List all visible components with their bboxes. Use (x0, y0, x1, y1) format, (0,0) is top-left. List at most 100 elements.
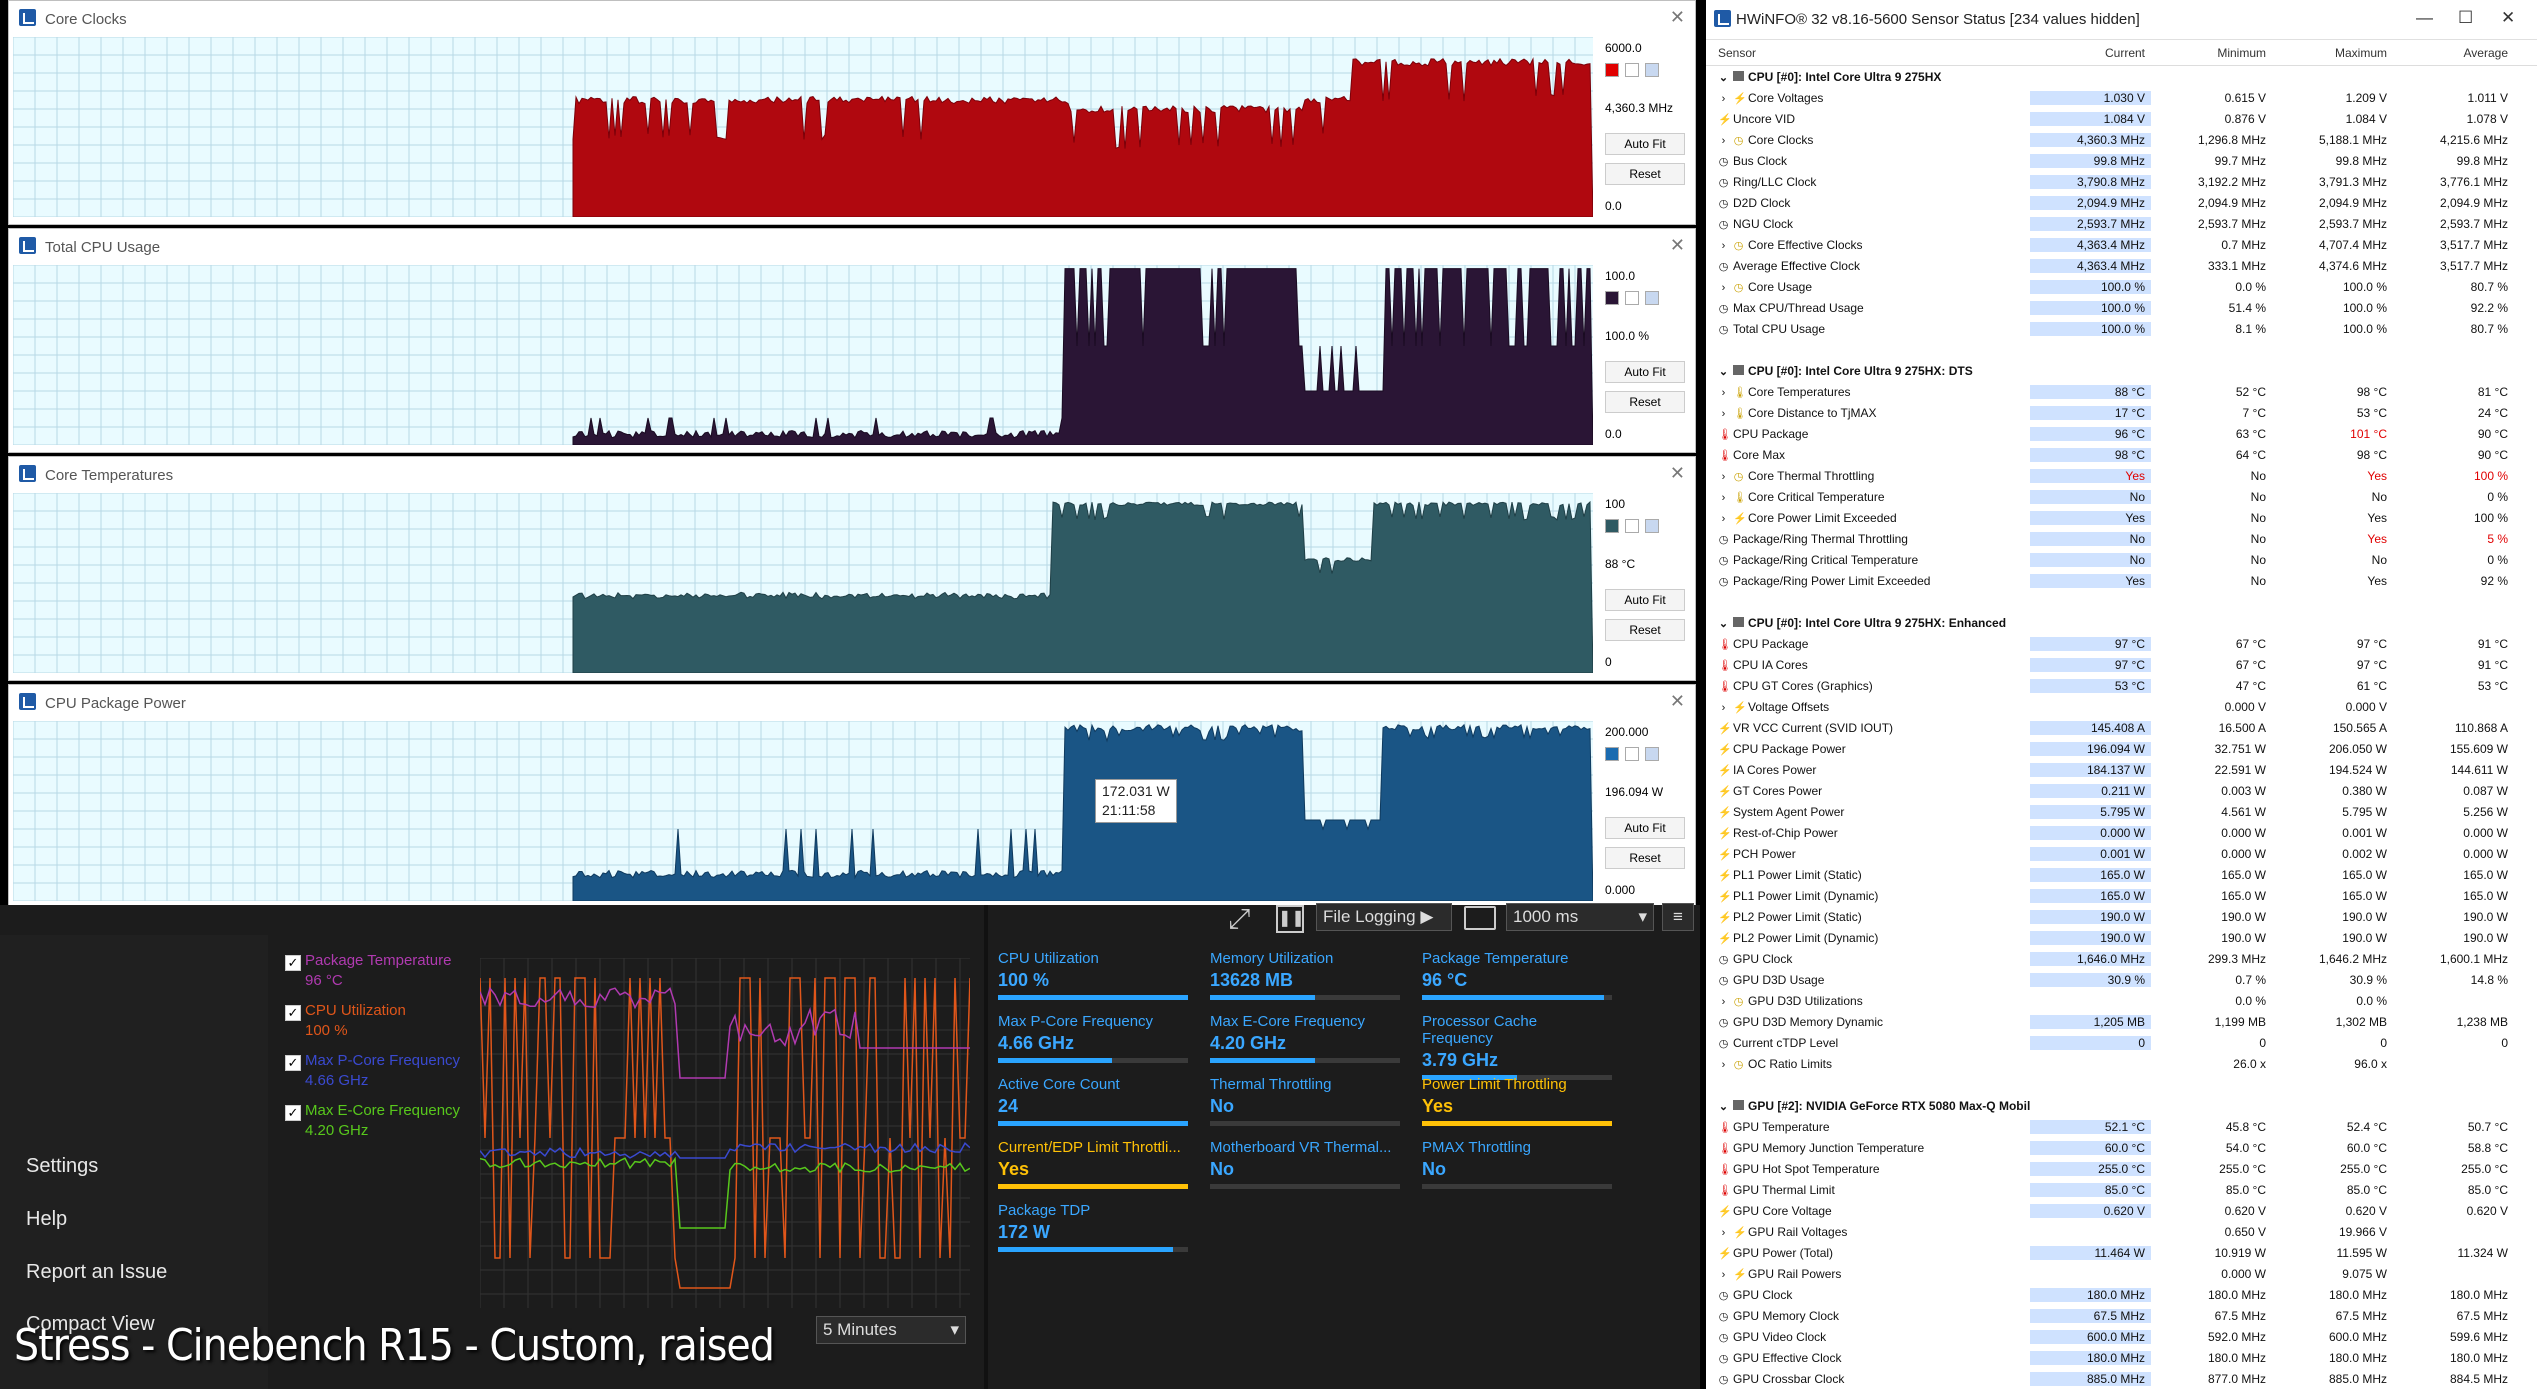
sensor-row[interactable]: ◷ GPU Video Clock 600.0 MHz 592.0 MHz 600.0 … (1706, 1326, 2537, 1347)
close-icon[interactable]: ✕ (1670, 7, 1685, 28)
sensor-row[interactable]: ◷ Average Effective Clock 4,363.4 MHz 333.1… (1706, 255, 2537, 276)
series-swatch[interactable] (1645, 519, 1659, 533)
sensor-row[interactable]: › 🌡Core Distance to TjMAX 17 °C 7 °C 53 °C 24… (1706, 402, 2537, 423)
sensor-group-header[interactable]: ⌄ CPU [#0]: Intel Core Ultra 9 275HX: Enh… (1706, 612, 2537, 633)
series-color-swatch[interactable] (1605, 519, 1619, 533)
expand-chevron-icon[interactable]: › (1718, 1227, 1729, 1239)
sensor-row[interactable]: 🌡GPU Temperature 52.1 °C 45.8 °C 52.4 °C 50.… (1706, 1116, 2537, 1137)
sensor-row[interactable]: ◷ Ring/LLC Clock 3,790.8 MHz 3,192.2 MHz 3,7… (1706, 171, 2537, 192)
column-header[interactable]: Sensor (1706, 46, 2030, 65)
series-swatch[interactable] (1625, 519, 1639, 533)
sensor-row[interactable]: ⚡CPU Package Power 196.094 W 32.751 W 206.0… (1706, 738, 2537, 759)
auto-fit-button[interactable]: Auto Fit (1605, 589, 1685, 611)
sensor-row[interactable]: 🌡CPU GT Cores (Graphics) 53 °C 47 °C 61 °C 5… (1706, 675, 2537, 696)
maximize-icon[interactable]: ☐ (2458, 8, 2473, 28)
folder-icon[interactable] (1464, 906, 1496, 930)
sensor-row[interactable]: 🌡GPU Memory Junction Temperature 60.0 °C 5… (1706, 1137, 2537, 1158)
sensor-row[interactable]: 🌡GPU Thermal Limit 85.0 °C 85.0 °C 85.0 °C 8… (1706, 1179, 2537, 1200)
nav-help[interactable]: Help (26, 1208, 67, 1231)
sensor-row[interactable]: › ◷ Core Clocks 4,360.3 MHz 1,296.8 MHz 5,188… (1706, 129, 2537, 150)
series-swatch[interactable] (1625, 291, 1639, 305)
column-header[interactable]: Current (2030, 46, 2151, 65)
auto-fit-button[interactable]: Auto Fit (1605, 133, 1685, 155)
sensor-row[interactable]: › ⚡GPU Rail Powers 0.000 W 9.075 W (1706, 1263, 2537, 1284)
sensor-row[interactable]: 🌡CPU Package 97 °C 67 °C 97 °C 91 °C (1706, 633, 2537, 654)
series-swatch[interactable] (1645, 63, 1659, 77)
expand-chevron-icon[interactable]: › (1718, 1059, 1729, 1071)
sensor-row[interactable]: ◷ Package/Ring Thermal Throttling No No Yes 5… (1706, 528, 2537, 549)
sensor-row[interactable]: ⚡PCH Power 0.001 W 0.000 W 0.002 W 0.000 W (1706, 843, 2537, 864)
expand-chevron-icon[interactable]: › (1718, 408, 1729, 420)
expand-chevron-icon[interactable]: › (1718, 1269, 1729, 1281)
expand-chevron-icon[interactable]: › (1718, 471, 1729, 483)
sensor-row[interactable]: ◷ GPU Clock 1,646.0 MHz 299.3 MHz 1,646.2 MH… (1706, 948, 2537, 969)
interval-select[interactable]: 1000 ms ▾ (1506, 903, 1654, 931)
close-icon[interactable]: ✕ (2501, 8, 2515, 28)
sensor-row[interactable]: ◷ Max CPU/Thread Usage 100.0 % 51.4 % 100.0 … (1706, 297, 2537, 318)
sensor-row[interactable]: › ◷ Core Thermal Throttling Yes No Yes 100 % (1706, 465, 2537, 486)
file-logging-button[interactable]: File Logging ▶ (1316, 903, 1452, 931)
sensor-row[interactable]: ◷ GPU Effective Clock 180.0 MHz 180.0 MHz 18… (1706, 1347, 2537, 1368)
sensor-row[interactable]: ⚡Uncore VID 1.084 V 0.876 V 1.084 V 1.078 V (1706, 108, 2537, 129)
expand-chevron-icon[interactable]: › (1718, 282, 1729, 294)
series-color-swatch[interactable] (1605, 747, 1619, 761)
series-swatch[interactable] (1645, 291, 1659, 305)
reset-button[interactable]: Reset (1605, 391, 1685, 413)
sensor-row[interactable]: › ⚡Core Voltages 1.030 V 0.615 V 1.209 V 1.01… (1706, 87, 2537, 108)
sensor-row[interactable]: ◷ GPU Clock 180.0 MHz 180.0 MHz 180.0 MHz 180… (1706, 1284, 2537, 1305)
sensor-row[interactable]: › ⚡GPU Rail Voltages 0.650 V 19.966 V (1706, 1221, 2537, 1242)
legend-checkbox[interactable]: ✓ (285, 955, 301, 971)
sensor-row[interactable]: ◷ GPU D3D Memory Dynamic 1,205 MB 1,199 MB 1… (1706, 1011, 2537, 1032)
nav-report-issue[interactable]: Report an Issue (26, 1261, 167, 1284)
sensor-row[interactable]: ◷ Bus Clock 99.8 MHz 99.7 MHz 99.8 MHz 99.8 M… (1706, 150, 2537, 171)
nav-settings[interactable]: Settings (26, 1155, 98, 1178)
time-range-select[interactable]: 5 Minutes ▾ (816, 1316, 966, 1344)
sensor-row[interactable]: ◷ GPU Memory Clock 67.5 MHz 67.5 MHz 67.5 MH… (1706, 1305, 2537, 1326)
sensor-group-header[interactable]: ⌄ GPU [#2]: NVIDIA GeForce RTX 5080 Max-Q… (1706, 1095, 2537, 1116)
expand-chevron-icon[interactable]: › (1718, 492, 1729, 504)
collapse-chevron-icon[interactable]: ⌄ (1718, 1100, 1729, 1113)
column-header[interactable]: Minimum (2151, 46, 2272, 65)
column-header[interactable]: Average (2393, 46, 2514, 65)
sensor-row[interactable]: ⚡PL1 Power Limit (Dynamic) 165.0 W 165.0 W… (1706, 885, 2537, 906)
sensor-row[interactable]: ◷ GPU D3D Usage 30.9 % 0.7 % 30.9 % 14.8 % (1706, 969, 2537, 990)
sensor-row[interactable]: ⚡GPU Power (Total) 11.464 W 10.919 W 11.595… (1706, 1242, 2537, 1263)
sensor-row[interactable]: › ◷ OC Ratio Limits 26.0 x 96.0 x (1706, 1053, 2537, 1074)
sensor-row[interactable]: ◷ D2D Clock 2,094.9 MHz 2,094.9 MHz 2,094.9 … (1706, 192, 2537, 213)
sensor-row[interactable]: 🌡CPU IA Cores 97 °C 67 °C 97 °C 91 °C (1706, 654, 2537, 675)
sensor-group-header[interactable]: ⌄ CPU [#0]: Intel Core Ultra 9 275HX: DTS (1706, 360, 2537, 381)
sensor-row[interactable]: ◷ NGU Clock 2,593.7 MHz 2,593.7 MHz 2,593.7 … (1706, 213, 2537, 234)
sensor-row[interactable]: ◷ Package/Ring Critical Temperature No No No… (1706, 549, 2537, 570)
sensor-row[interactable]: ⚡PL2 Power Limit (Static) 190.0 W 190.0 W1… (1706, 906, 2537, 927)
sensor-row[interactable]: ◷ GPU Crossbar Clock 885.0 MHz 877.0 MHz 885… (1706, 1368, 2537, 1389)
expand-chevron-icon[interactable]: › (1718, 135, 1729, 147)
sensor-row[interactable]: ⚡Rest-of-Chip Power 0.000 W 0.000 W 0.001 W… (1706, 822, 2537, 843)
sensor-row[interactable]: ◷ Total CPU Usage 100.0 % 8.1 % 100.0 % 80.7 … (1706, 318, 2537, 339)
sensor-group-header[interactable]: ⌄ CPU [#0]: Intel Core Ultra 9 275HX (1706, 66, 2537, 87)
minimize-icon[interactable]: — (2416, 8, 2433, 28)
sensor-row[interactable]: ◷ Package/Ring Power Limit Exceeded Yes No Y… (1706, 570, 2537, 591)
legend-checkbox[interactable]: ✓ (285, 1055, 301, 1071)
sensor-row[interactable]: › ◷ Core Usage 100.0 % 0.0 % 100.0 % 80.7 % (1706, 276, 2537, 297)
close-icon[interactable]: ✕ (1670, 463, 1685, 484)
close-icon[interactable]: ✕ (1670, 235, 1685, 256)
sensor-row[interactable]: 🌡CPU Package 96 °C 63 °C 101 °C 90 °C (1706, 423, 2537, 444)
reset-button[interactable]: Reset (1605, 619, 1685, 641)
sensor-row[interactable]: ⚡GPU Core Voltage 0.620 V 0.620 V 0.620 V 0.… (1706, 1200, 2537, 1221)
collapse-chevron-icon[interactable]: ⌄ (1718, 71, 1729, 84)
sensor-row[interactable]: › 🌡Core Temperatures 88 °C 52 °C 98 °C 81 °C (1706, 381, 2537, 402)
sensor-row[interactable]: › ⚡Voltage Offsets 0.000 V 0.000 V (1706, 696, 2537, 717)
expand-chevron-icon[interactable]: › (1718, 702, 1729, 714)
sensor-row[interactable]: ⚡VR VCC Current (SVID IOUT) 145.408 A 16.5… (1706, 717, 2537, 738)
sensor-row[interactable]: › 🌡Core Critical Temperature No No No 0 % (1706, 486, 2537, 507)
expand-chevron-icon[interactable]: › (1718, 513, 1729, 525)
sensor-row[interactable]: › ◷ GPU D3D Utilizations 0.0 % 0.0 % (1706, 990, 2537, 1011)
auto-fit-button[interactable]: Auto Fit (1605, 361, 1685, 383)
legend-checkbox[interactable]: ✓ (285, 1005, 301, 1021)
expand-icon[interactable]: ⤢ (1228, 903, 1250, 936)
menu-icon[interactable]: ≡ (1662, 903, 1694, 931)
close-icon[interactable]: ✕ (1670, 691, 1685, 712)
sensor-row[interactable]: 🌡Core Max 98 °C 64 °C 98 °C 90 °C (1706, 444, 2537, 465)
sensor-row[interactable]: 🌡GPU Hot Spot Temperature 255.0 °C 255.0 °… (1706, 1158, 2537, 1179)
reset-button[interactable]: Reset (1605, 847, 1685, 869)
